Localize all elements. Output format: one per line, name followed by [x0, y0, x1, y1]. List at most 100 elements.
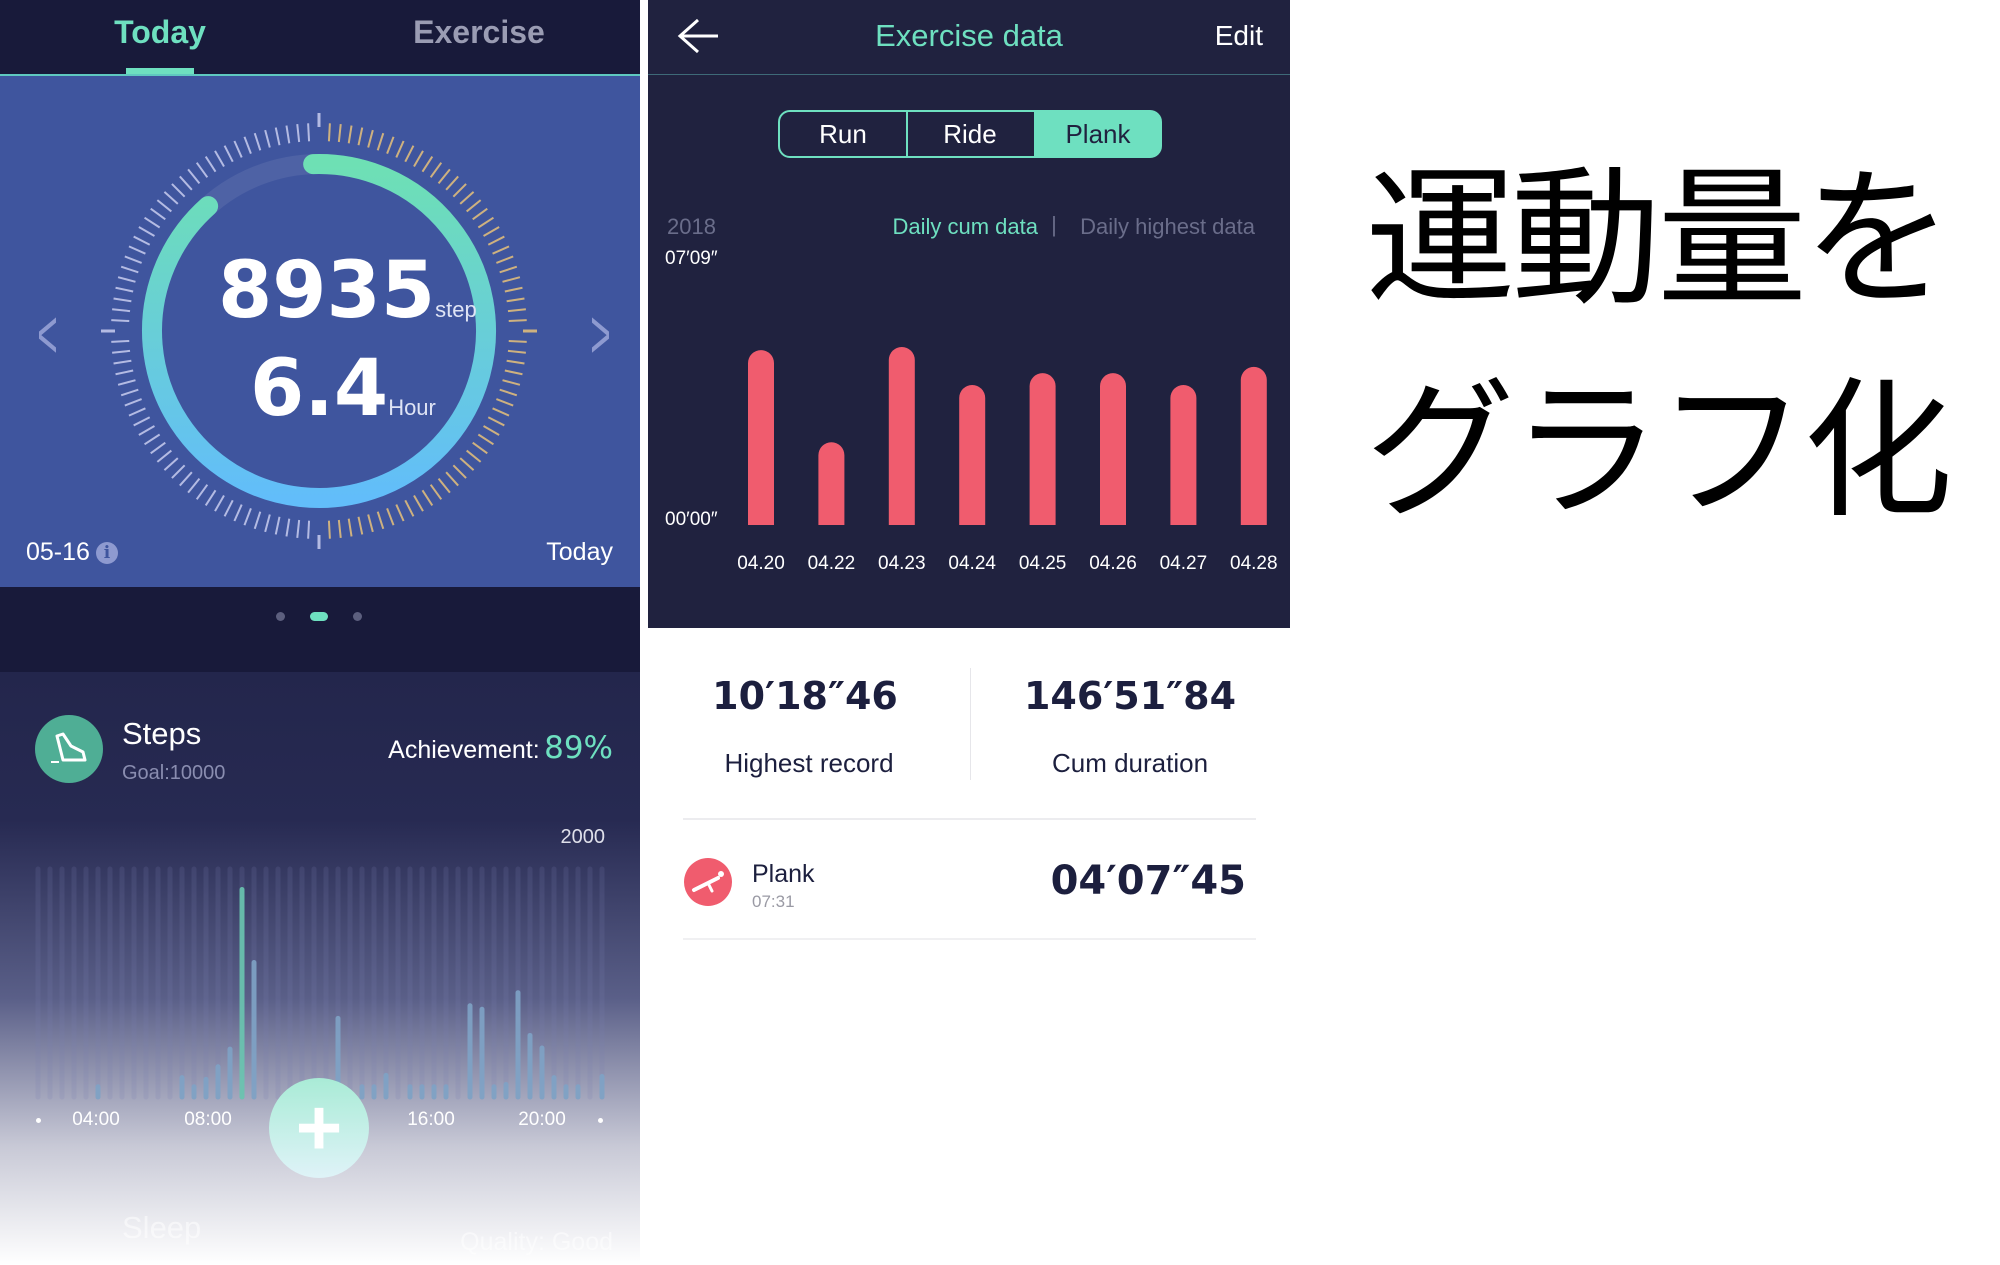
- steps-unit: step: [435, 297, 477, 322]
- gauge-tick: [117, 276, 136, 283]
- gauge-tick: [285, 125, 291, 144]
- gauge-tick: [124, 255, 142, 264]
- x-axis-label: 04.27: [1159, 553, 1208, 574]
- gauge-tick: [404, 499, 415, 517]
- gauge-tick: [111, 319, 130, 323]
- page-dot[interactable]: [276, 612, 285, 621]
- gauge-tick: [347, 125, 353, 144]
- tab-today[interactable]: Today: [114, 14, 206, 51]
- gauge-tick: [264, 129, 271, 148]
- exercise-bar[interactable]: [959, 384, 986, 525]
- gauge-tick: [144, 433, 161, 446]
- gauge-tick: [376, 511, 385, 530]
- gauge-tick: [466, 449, 482, 463]
- hours-unit: Hour: [388, 395, 436, 420]
- gauge-tick: [472, 441, 488, 455]
- gauge-tick: [156, 199, 172, 213]
- gauge-tick: [506, 359, 525, 365]
- gauge-tick: [499, 265, 518, 274]
- today-link[interactable]: Today: [546, 538, 613, 567]
- x-axis-label: 04.23: [878, 553, 926, 574]
- gauge-tick: [507, 308, 526, 313]
- gauge-tick: [477, 216, 494, 229]
- gauge-tick: [195, 484, 209, 500]
- exercise-bar[interactable]: [1029, 373, 1056, 525]
- gauge-tick: [492, 407, 510, 417]
- exercise-bar[interactable]: [1100, 373, 1126, 525]
- gauge-tick: [502, 379, 521, 386]
- exercise-bar[interactable]: [1170, 384, 1197, 525]
- gauge-tick: [459, 457, 475, 471]
- gauge-tick: [429, 484, 443, 500]
- gauge-tick: [233, 504, 243, 522]
- exercise-bar[interactable]: [1240, 366, 1267, 525]
- x-axis-label: 04.22: [807, 553, 856, 574]
- gauge-tick: [472, 207, 488, 221]
- x-axis-label: 04.26: [1089, 553, 1137, 574]
- gauge-tick: [171, 183, 186, 198]
- gauge-tick: [296, 124, 301, 143]
- sleep-title: Sleep: [122, 1210, 202, 1245]
- gauge-tick: [138, 425, 155, 436]
- prev-day-chevron-icon[interactable]: <: [37, 294, 57, 374]
- gauge-tick: [204, 489, 217, 506]
- exercise-bar[interactable]: [888, 347, 915, 525]
- gauge-tick: [264, 514, 271, 533]
- gauge-tick: [296, 519, 301, 538]
- headline-line-2: グラフ化: [1365, 365, 1953, 539]
- add-button[interactable]: +: [269, 1078, 369, 1178]
- plank-icon: [684, 858, 732, 906]
- gauge-tick: [111, 339, 130, 343]
- gauge-tick: [404, 145, 415, 163]
- time-label: 16:00: [407, 1109, 455, 1130]
- exercise-bar[interactable]: [818, 442, 845, 525]
- gauge-tick: [376, 132, 385, 151]
- page-dot[interactable]: [353, 612, 362, 621]
- gauge-tick: [508, 319, 527, 323]
- gauge-tick: [483, 226, 500, 237]
- stats-panel: 10′18″46 Highest record 146′51″84 Cum du…: [648, 628, 1290, 1265]
- time-label: 04:00: [72, 1109, 120, 1130]
- gauge-tick: [507, 349, 526, 354]
- gauge-tick: [445, 175, 459, 191]
- gauge-tick: [413, 495, 424, 512]
- record-time: 07:31: [752, 892, 795, 911]
- next-day-chevron-icon[interactable]: >: [590, 294, 610, 374]
- gauge-tick: [156, 449, 172, 463]
- gauge-tick: [128, 407, 146, 417]
- gauge-tick: [243, 136, 252, 154]
- gauge-tick: [253, 132, 262, 151]
- time-label: 20:00: [518, 1109, 566, 1130]
- page-dot-active[interactable]: [310, 612, 328, 621]
- gauge-tick: [133, 235, 151, 246]
- gauge-tick: [437, 478, 451, 494]
- gauge-tick: [214, 495, 225, 512]
- hours-value: 6.4: [250, 344, 389, 434]
- gauge-tick: [253, 511, 262, 530]
- gauge-tick: [496, 255, 514, 264]
- record-row[interactable]: Plank 07:31 04′07″45: [683, 820, 1256, 940]
- gauge-tick: [195, 162, 209, 178]
- gauge-tick: [357, 516, 364, 535]
- highest-record-value: 10′18″46: [712, 674, 898, 718]
- time-label: 08:00: [184, 1109, 232, 1130]
- gauge-tick: [120, 388, 139, 397]
- tab-exercise[interactable]: Exercise: [413, 14, 545, 51]
- gauge-tick: [204, 156, 217, 173]
- gauge-tick: [459, 191, 475, 205]
- gauge-tick: [502, 276, 521, 283]
- gauge-tick: [233, 140, 243, 158]
- gauge-tick: [274, 516, 281, 535]
- x-axis-label: 04.28: [1230, 553, 1278, 574]
- info-icon[interactable]: i: [95, 541, 118, 564]
- exercise-bar[interactable]: [748, 350, 774, 525]
- gauge-tick: [337, 124, 342, 143]
- gauge-tick: [357, 127, 364, 146]
- gauge-tick: [138, 226, 155, 237]
- tab-bar: Today Exercise: [0, 0, 640, 76]
- gauge-tick: [327, 520, 331, 539]
- gauge-tick: [445, 471, 459, 487]
- gauge-tick: [243, 508, 252, 526]
- steps-value: 8935: [218, 246, 436, 336]
- gauge-tick: [113, 297, 132, 303]
